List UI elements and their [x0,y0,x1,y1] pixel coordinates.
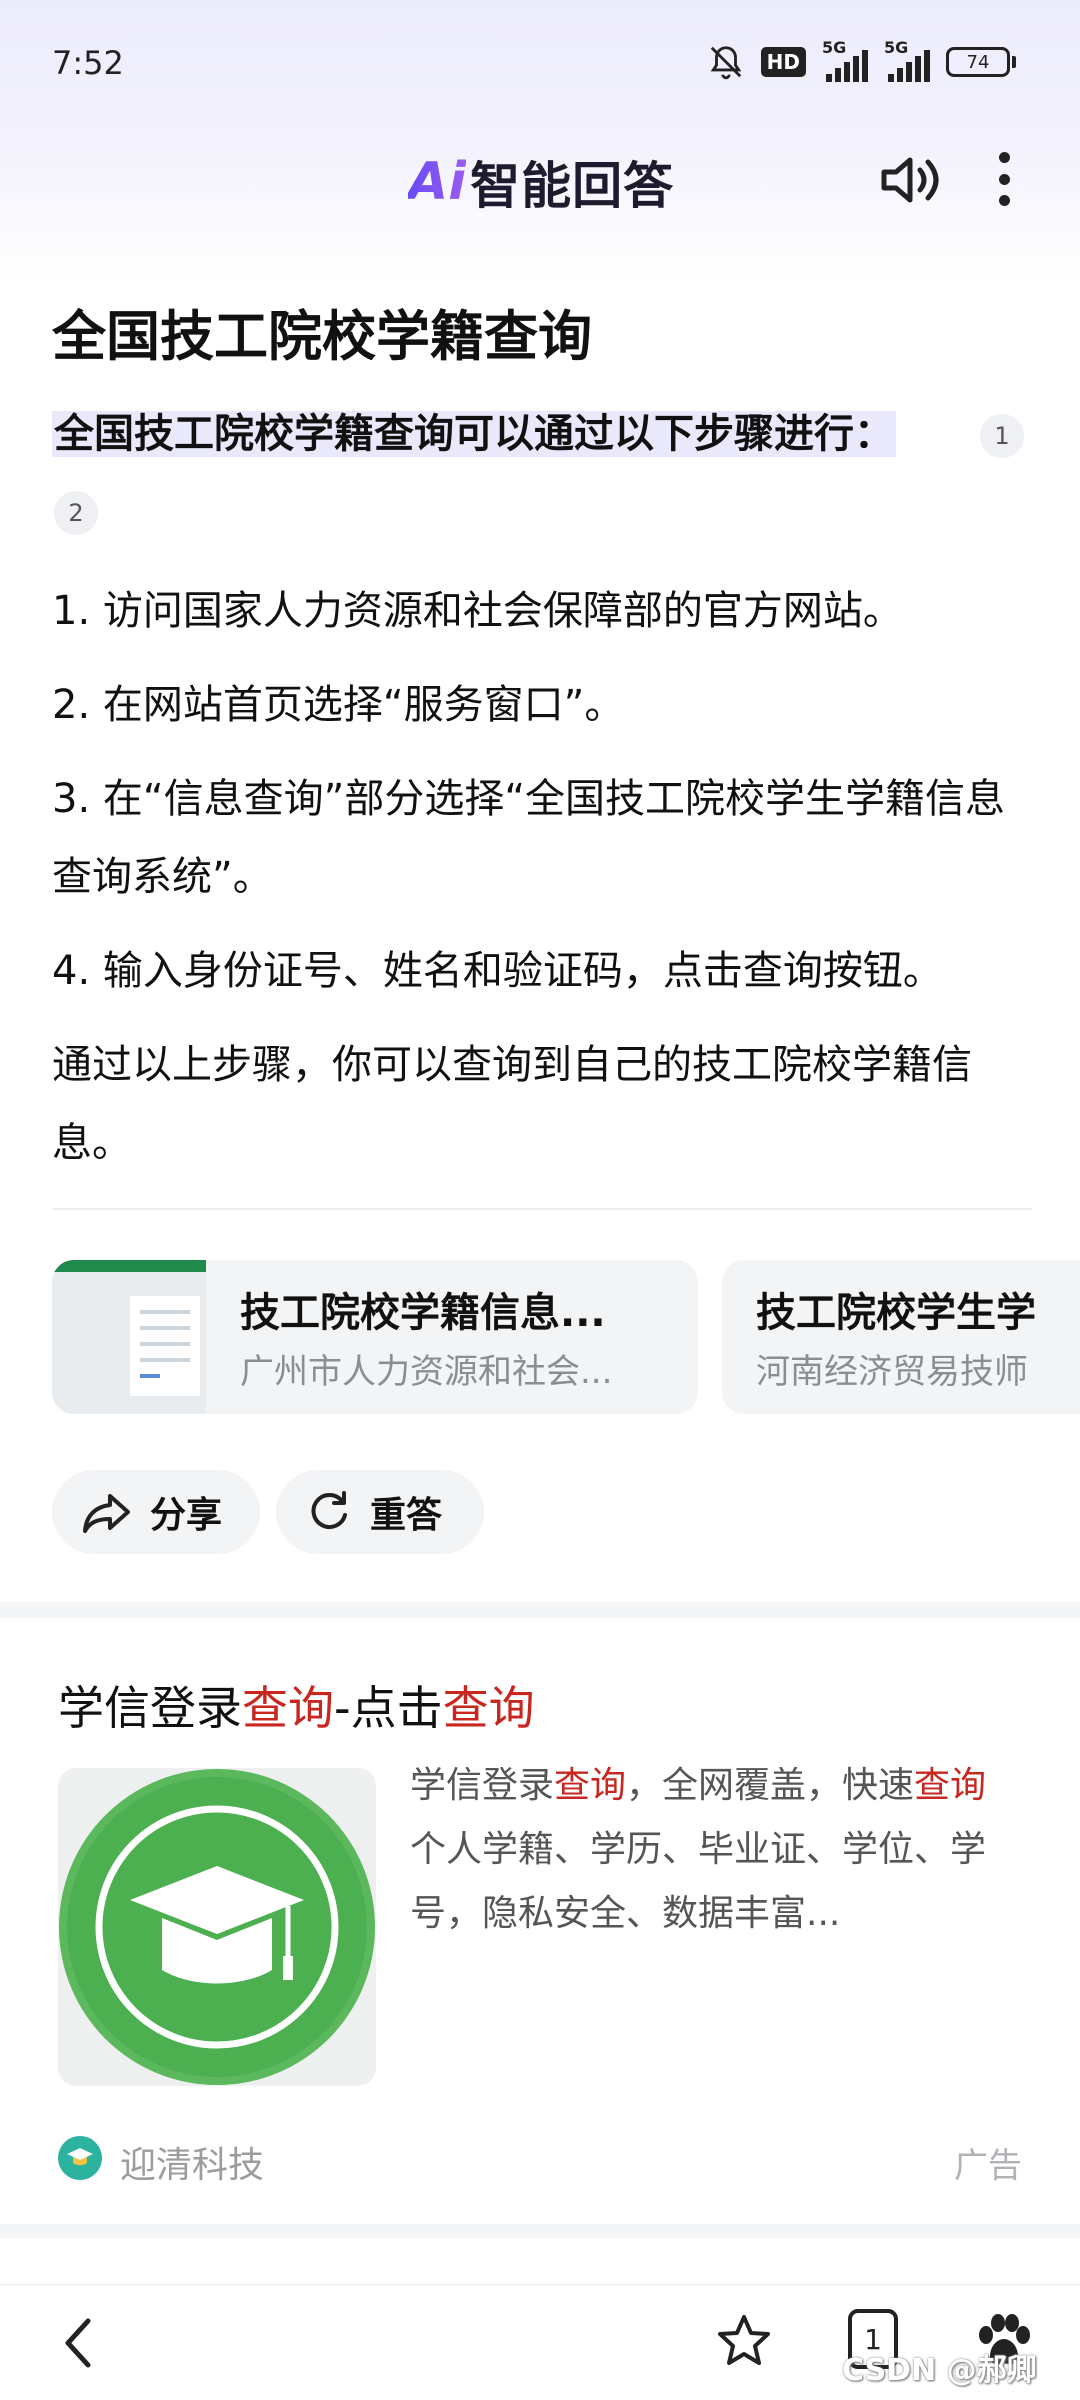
ad-graduation-cap-image[interactable] [58,1768,376,2086]
source-subtitle: 河南经济贸易技师 [756,1352,1028,1392]
share-label: 分享 [150,1495,223,1536]
star-icon [718,2315,770,2365]
answer-conclusion: 通过以上步骤，你可以查询到自己的技工院校学籍信息。 [52,1042,972,1166]
bottom-nav-bar: 1 CSDN @郝卿 [0,2284,1080,2400]
share-icon [83,1494,130,1533]
brand-logo: Ai 智能回答 [408,146,674,218]
speaker-button[interactable] [878,150,944,210]
citation-2[interactable]: 2 [54,491,98,535]
source-title: 技工院校学籍信息... [240,1290,606,1336]
ad-title[interactable]: 学信登录查询-点击查询 [58,1672,535,1738]
status-bar: 7:52 HD 5G 5G 74 [0,0,1080,128]
mute-bell-icon [707,43,745,81]
section-separator [0,2224,1080,2238]
ad-description[interactable]: 学信登录查询，全网覆盖，快速查询个人学籍、学历、毕业证、学位、学号，隐私安全、数… [410,1754,1010,1946]
hd-voice-badge: HD [760,47,806,77]
signal-icon-2: 5G [884,38,930,82]
brand-title: 智能回答 [470,157,675,215]
ad-label: 广告 [954,2146,1022,2186]
regenerate-label: 重答 [370,1495,443,1536]
source-card[interactable]: 技工院校学生学 河南经济贸易技师 [722,1260,1080,1414]
source-subtitle: 广州市人力资源和社会... [240,1352,613,1392]
advertiser-logo-icon [58,2136,102,2180]
answer-intro: 全国技工院校学籍查询可以通过以下步骤进行： [52,404,1032,464]
battery-icon: 74 [946,47,1016,77]
divider [52,1208,1032,1210]
source-title: 技工院校学生学 [756,1290,1036,1336]
favorite-button[interactable] [714,2311,774,2371]
answer-title: 全国技工院校学籍查询 [52,305,592,368]
section-separator [0,1602,1080,1618]
citation-1[interactable]: 1 [980,414,1024,458]
more-vert-icon[interactable] [990,146,1018,212]
brand-ai-mark: Ai [408,152,467,212]
step-item: 3. 在“信息查询”部分选择“全国技工院校学生学籍信息查询系统”。 [52,776,1006,900]
signal-icon-1: 5G [822,38,868,82]
back-button[interactable] [58,2313,98,2373]
step-item: 4. 输入身份证号、姓名和验证码，点击查询按钮。 [52,948,943,994]
battery-level: 74 [946,47,1010,77]
intro-highlight: 全国技工院校学籍查询可以通过以下步骤进行： [52,411,896,457]
share-button[interactable]: 分享 [52,1470,260,1554]
step-item: 1. 访问国家人力资源和社会保障部的官方网站。 [52,588,903,634]
refresh-icon [311,1491,347,1529]
watermark: CSDN @郝卿 [842,2353,1037,2388]
app-header: Ai 智能回答 [0,140,1080,220]
regenerate-button[interactable]: 重答 [276,1470,484,1554]
status-icons: HD 5G 5G 74 [707,38,1016,82]
speaker-icon [881,157,939,203]
step-item: 2. 在网站首页选择“服务窗口”。 [52,682,625,728]
advertiser-name[interactable]: 迎清科技 [120,2136,264,2188]
source-cards: 技工院校学籍信息... 广州市人力资源和社会... 技工院校学生学 河南经济贸易… [52,1260,1080,1414]
source-thumbnail [52,1260,206,1414]
status-time: 7:52 [52,44,124,82]
chevron-left-icon [65,2318,91,2368]
source-card[interactable]: 技工院校学籍信息... 广州市人力资源和社会... [52,1260,698,1414]
